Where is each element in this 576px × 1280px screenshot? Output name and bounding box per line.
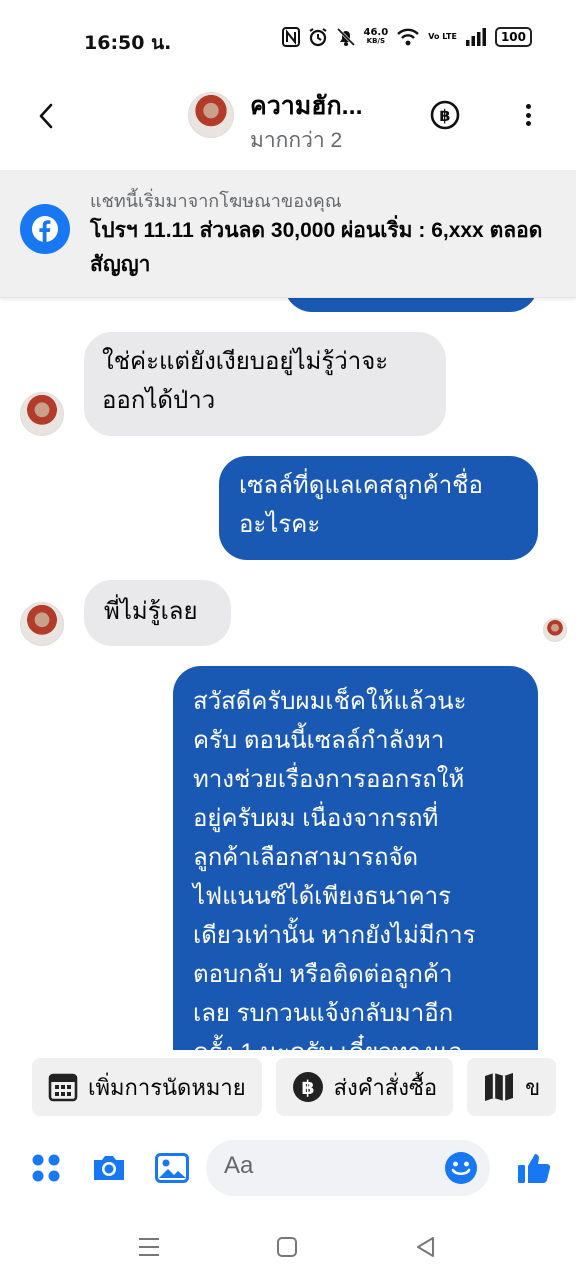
wifi-icon (396, 26, 420, 48)
square-icon (277, 1237, 297, 1257)
net-speed: 46.0 KB/S (363, 27, 389, 46)
thumbs-up-icon (518, 1154, 551, 1183)
message-bubble-incoming[interactable]: พี่ไม่รู้เลย (84, 580, 231, 646)
map-action-button[interactable]: ข (467, 1058, 557, 1116)
image-icon (155, 1153, 189, 1183)
camera-icon (94, 1156, 124, 1180)
triangle-back-icon (417, 1237, 434, 1257)
baht-icon: ฿ (292, 1072, 323, 1102)
signal-icon (465, 26, 487, 48)
gallery-button[interactable] (152, 1148, 192, 1188)
contact-name[interactable]: ความฮัก... (250, 86, 363, 126)
sender-avatar[interactable] (20, 602, 64, 646)
message-input-placeholder: Aa (224, 1152, 254, 1179)
read-receipt-avatar (543, 618, 567, 642)
recent-apps-button[interactable] (134, 1232, 164, 1262)
map-icon (485, 1073, 514, 1101)
message-bubble-outgoing[interactable]: สวัสดีครับผมเช็คให้แล้วนะ ครับ ตอนนี้เซล… (173, 666, 538, 1050)
back-nav-button[interactable] (410, 1232, 440, 1262)
ad-notice: แชทนี้เริ่มมาจากโฆษณาของคุณ (90, 191, 342, 211)
send-order-button[interactable]: ฿ ส่งคำสั่งซื้อ (275, 1058, 454, 1116)
status-bar: 16:50 น. 46.0 KB/S Vo LTE 100 (0, 0, 576, 78)
alarm-icon (308, 26, 328, 48)
calendar-icon (48, 1073, 78, 1102)
quick-actions-bar: เพิ่มการนัดหมาย ฿ ส่งคำสั่งซื้อ ข (32, 1058, 557, 1118)
system-nav-bar (0, 1218, 576, 1280)
chevron-left-icon (39, 103, 53, 129)
message-bubble-outgoing[interactable]: เซลล์ที่ดูแลเคสลูกค้าชื่อ อะไรคะ (219, 456, 538, 560)
four-dots-icon (32, 1154, 60, 1182)
contact-subtitle: มากกว่า 2 (250, 129, 343, 152)
ad-origin-banner[interactable]: แชทนี้เริ่มมาจากโฆษณาของคุณ โปรฯ 11.11 ส… (0, 170, 576, 298)
more-options-button[interactable] (514, 100, 542, 130)
status-time: 16:50 น. (84, 32, 172, 54)
camera-button[interactable] (89, 1148, 129, 1188)
back-button[interactable] (26, 96, 66, 136)
facebook-icon (20, 204, 70, 254)
svg-text:฿: ฿ (439, 106, 450, 125)
contact-avatar[interactable] (188, 92, 234, 138)
message-composer: Aa (0, 1138, 576, 1200)
add-appointment-button[interactable]: เพิ่มการนัดหมาย (32, 1058, 262, 1116)
message-list[interactable]: ใช่ค่ะแต่ยังเงียบอยู่ไม่รู้ว่าจะ ออกได้ป… (0, 170, 576, 1050)
baht-icon: ฿ (430, 100, 460, 130)
battery-indicator: 100 (494, 27, 532, 47)
status-icons: 46.0 KB/S Vo LTE 100 (281, 26, 532, 48)
like-button[interactable] (514, 1148, 554, 1188)
menu-grid-button[interactable] (26, 1148, 66, 1188)
nfc-icon (281, 26, 300, 48)
emoji-button[interactable] (441, 1148, 481, 1188)
emoji-icon (445, 1152, 477, 1184)
home-button[interactable] (272, 1232, 302, 1262)
chat-header: ความฮัก... มากกว่า 2 ฿ (0, 78, 576, 170)
svg-text:฿: ฿ (301, 1077, 314, 1099)
baht-button[interactable]: ฿ (430, 100, 460, 130)
ad-title: โปรฯ 11.11 ส่วนลด 30,000 ผ่อนเริ่ม : 6,x… (90, 219, 543, 276)
more-vertical-icon (525, 104, 531, 109)
volte-icon: Vo LTE (428, 32, 457, 41)
mute-bell-icon (336, 26, 356, 48)
message-bubble-incoming[interactable]: ใช่ค่ะแต่ยังเงียบอยู่ไม่รู้ว่าจะ ออกได้ป… (84, 332, 446, 436)
menu-lines-icon (139, 1238, 159, 1256)
sender-avatar[interactable] (20, 392, 64, 436)
